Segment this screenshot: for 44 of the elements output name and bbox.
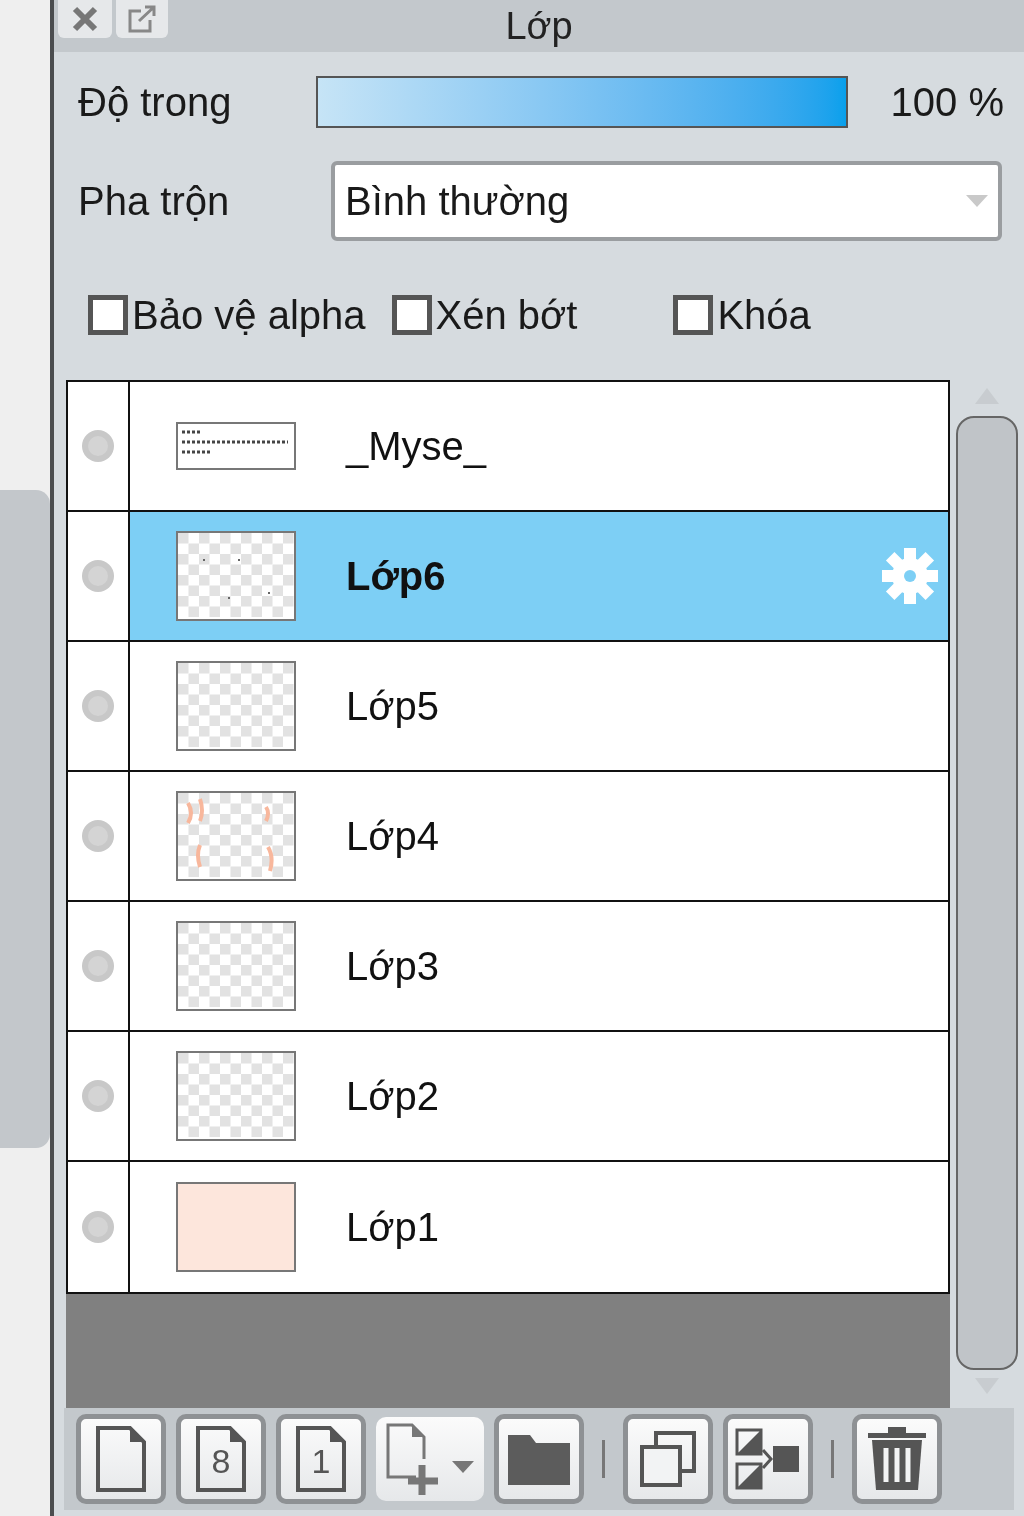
close-button[interactable]	[58, 0, 112, 38]
layer-name: Lớp4	[346, 813, 439, 860]
scrollbar-thumb[interactable]	[956, 416, 1018, 1370]
opacity-slider[interactable]	[316, 76, 848, 128]
option-checkbox[interactable]: Khóa	[673, 285, 811, 345]
gear-icon	[880, 546, 940, 606]
visibility-dot-icon[interactable]	[81, 689, 115, 723]
panel-title: Lớp	[505, 3, 573, 49]
page-number: 8	[210, 1444, 232, 1478]
page-number: 1	[310, 1444, 332, 1478]
layer-name: Lớp5	[346, 683, 439, 730]
delete-button[interactable]	[852, 1414, 942, 1504]
dropdown-arrow-icon	[966, 195, 988, 207]
visibility-dot-icon[interactable]	[81, 949, 115, 983]
layer-name: Lớp1	[346, 1204, 439, 1251]
add-layer-dropdown[interactable]	[376, 1417, 484, 1501]
visibility-dot-icon[interactable]	[81, 1079, 115, 1113]
folder-button[interactable]	[494, 1414, 584, 1504]
duplicate-icon	[638, 1429, 698, 1489]
new-layer-button[interactable]: 1	[276, 1414, 366, 1504]
layer-name: _Myse_	[346, 423, 487, 470]
opacity-label: Độ trong	[78, 79, 233, 126]
close-icon	[72, 6, 98, 32]
visibility-dot-icon[interactable]	[81, 1210, 115, 1244]
layer-name: Lớp6	[346, 553, 446, 600]
visibility-dot-icon[interactable]	[81, 819, 115, 853]
visibility-dot-icon[interactable]	[81, 559, 115, 593]
merge-button[interactable]	[723, 1414, 813, 1504]
option-checkbox[interactable]: Bảo vệ alpha	[88, 285, 366, 345]
layer-row[interactable]: Lớp6	[130, 512, 948, 640]
popout-icon	[127, 5, 157, 33]
option-checkbox[interactable]: Xén bớt	[391, 285, 578, 345]
blend-label: Pha trộn	[78, 178, 231, 225]
blend-dropdown[interactable]: Bình thường	[331, 161, 1002, 241]
opacity-value: 100 %	[890, 79, 1004, 126]
new-layer-button[interactable]	[76, 1414, 166, 1504]
layer-name: Lớp3	[346, 943, 439, 990]
layer-name: Lớp2	[346, 1073, 439, 1120]
new-layer-button[interactable]: 8	[176, 1414, 266, 1504]
trash-icon	[866, 1426, 928, 1492]
merge-icon	[735, 1428, 801, 1490]
visibility-dot-icon[interactable]	[81, 429, 115, 463]
popout-button[interactable]	[116, 0, 168, 38]
duplicate-button[interactable]	[623, 1414, 713, 1504]
